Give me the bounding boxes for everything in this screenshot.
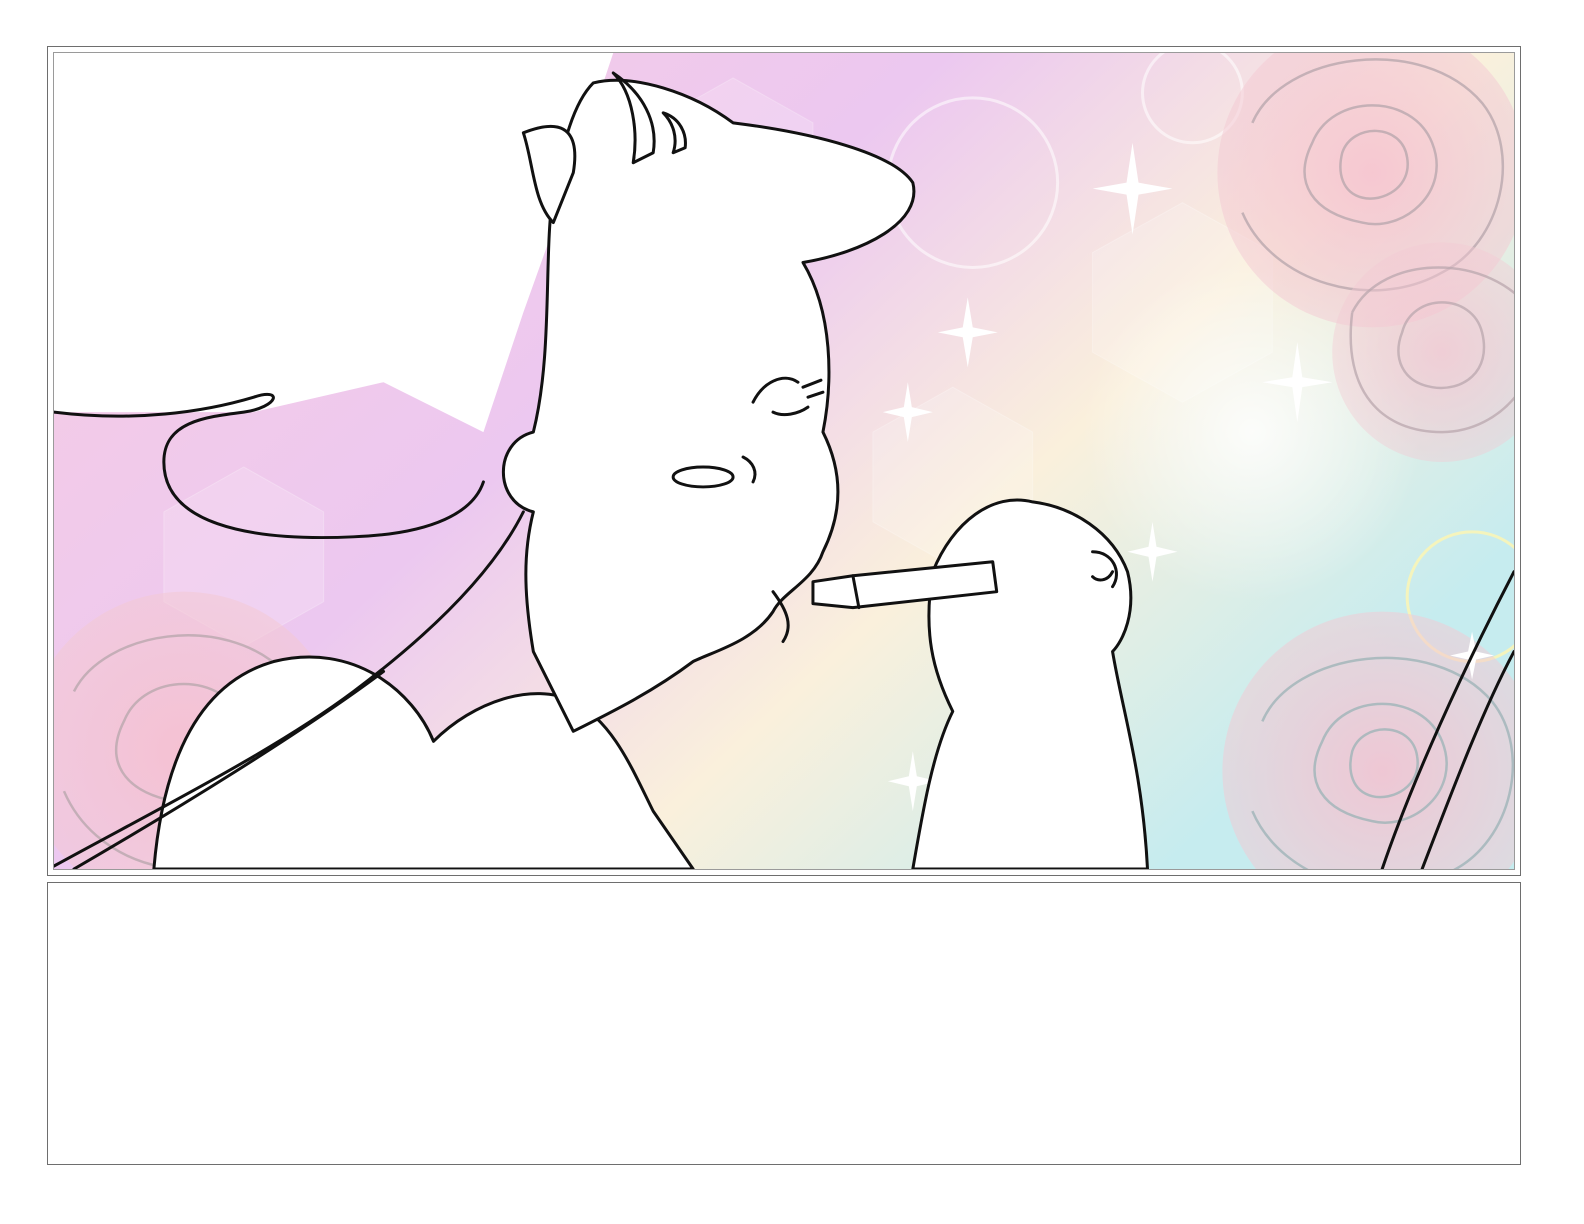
- storyboard-drawing: [54, 53, 1514, 869]
- storyboard-panel-image: [53, 52, 1515, 870]
- storyboard-panel-frame: [47, 46, 1521, 876]
- storyboard-caption-box: [47, 882, 1521, 1165]
